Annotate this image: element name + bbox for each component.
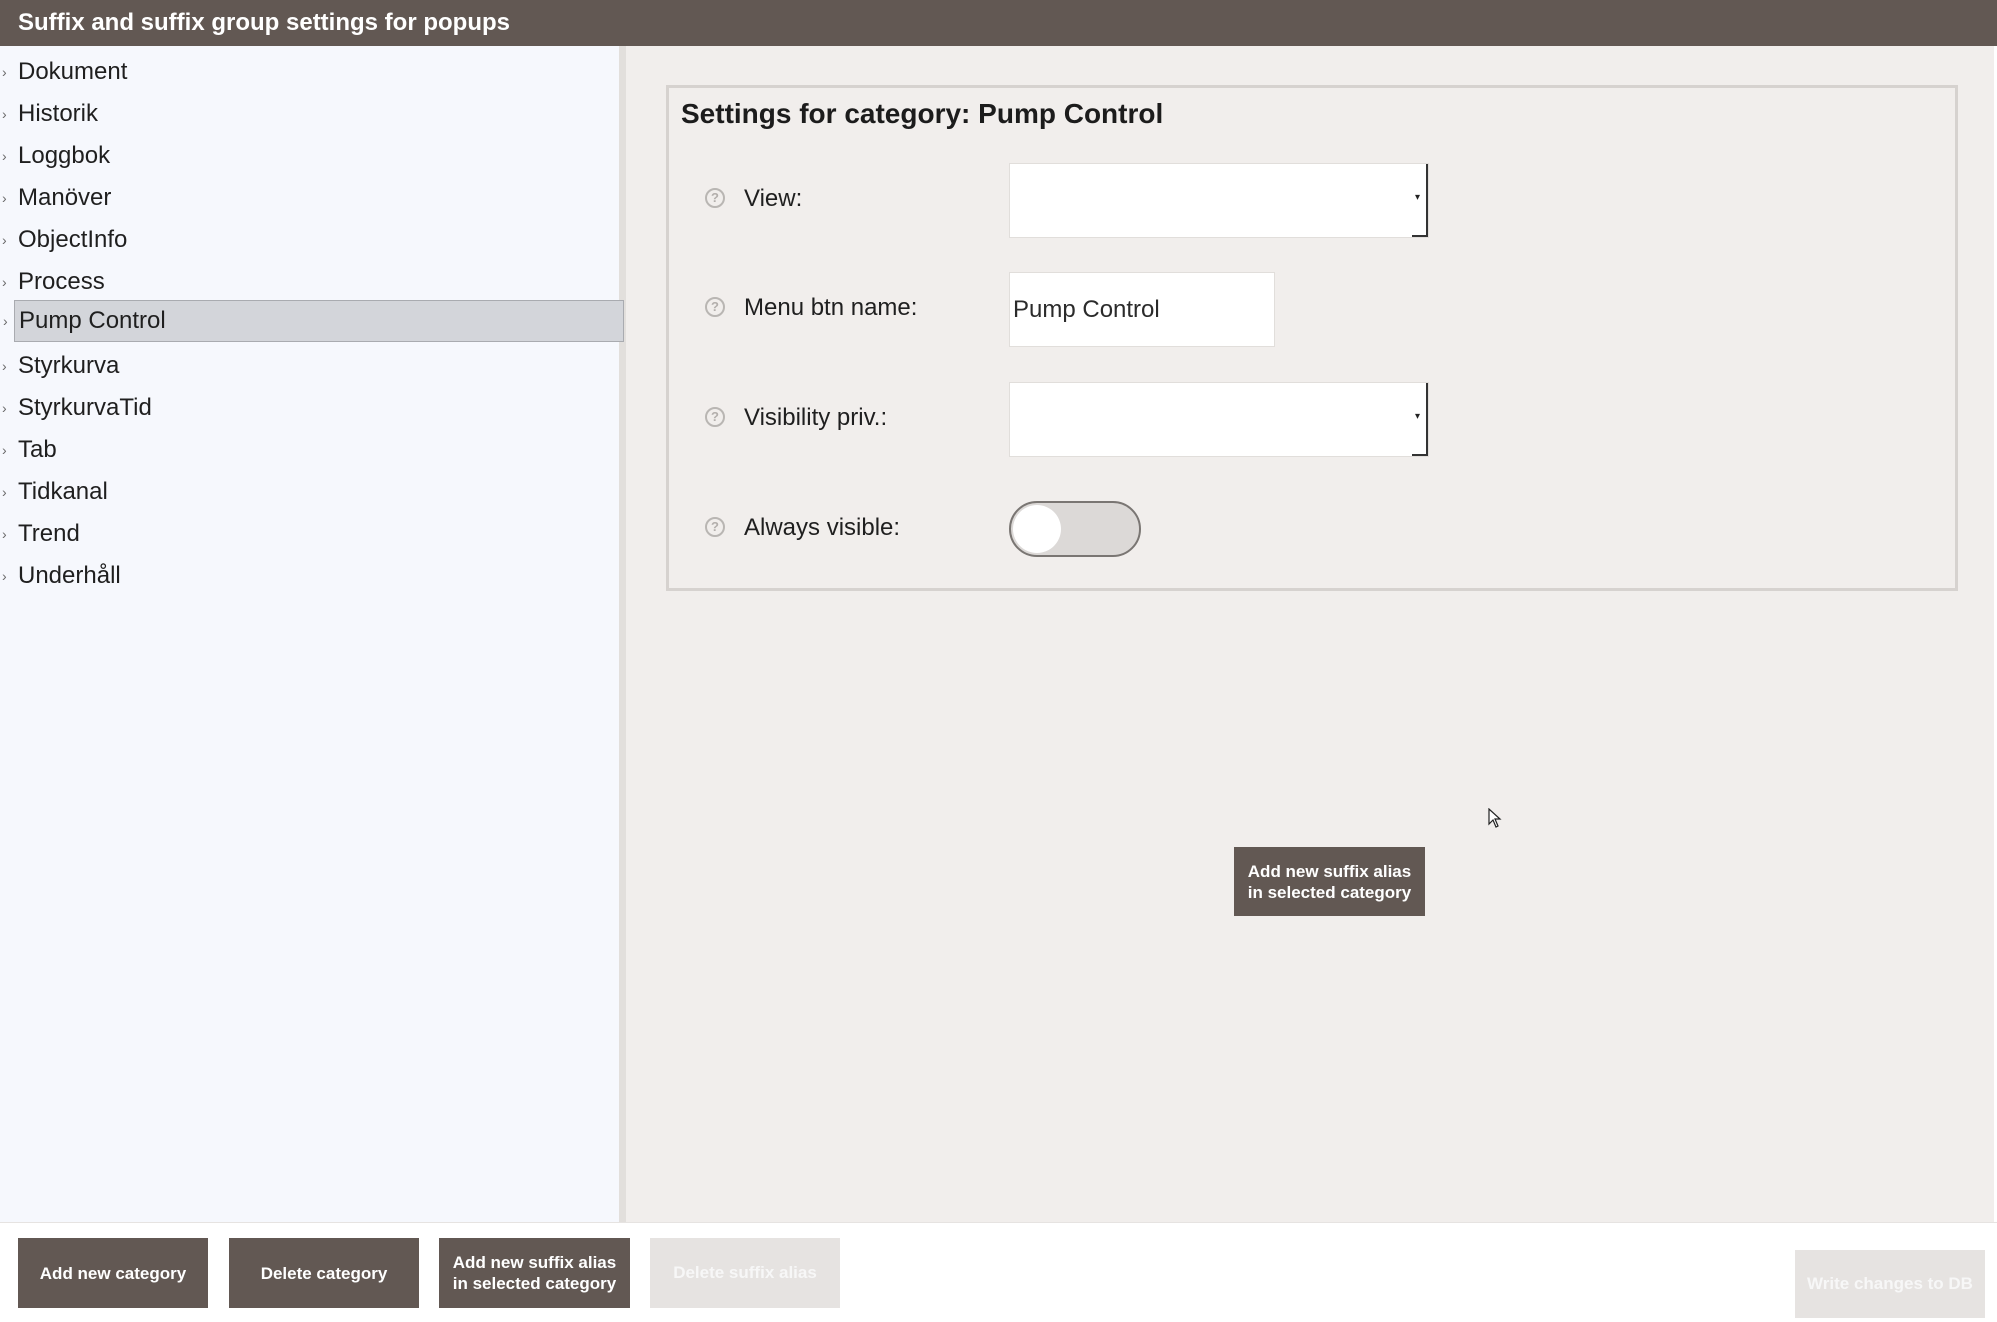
chevron-right-icon[interactable]: › — [3, 301, 13, 341]
tree-item-label: ObjectInfo — [18, 226, 128, 253]
help-icon[interactable]: ? — [705, 297, 725, 317]
tree-item-label: Trend — [18, 520, 80, 547]
toggle-knob — [1013, 505, 1061, 553]
menu-btn-name-label: Menu btn name: — [744, 294, 918, 321]
category-tree: › Dokument › Historik › Loggbok › Manöve… — [0, 46, 626, 1222]
tree-item-label: Process — [18, 268, 105, 295]
tree-item-label: Dokument — [18, 58, 128, 85]
tree-item-dokument[interactable]: › Dokument — [2, 51, 626, 93]
help-icon[interactable]: ? — [705, 517, 725, 537]
visibility-priv-select[interactable]: ▾ — [1009, 382, 1429, 457]
category-settings-panel: Settings for category: Pump Control ? Vi… — [666, 85, 1958, 591]
tree-item-objectinfo[interactable]: › ObjectInfo — [2, 219, 626, 261]
tree-item-label: Manöver — [18, 184, 112, 211]
chevron-right-icon[interactable]: › — [2, 429, 12, 471]
caret-down-icon: ▾ — [1414, 411, 1420, 422]
tree-item-styrkurvatid[interactable]: › StyrkurvaTid — [2, 387, 626, 429]
tree-item-manover[interactable]: › Manöver — [2, 177, 626, 219]
tree-item-tidkanal[interactable]: › Tidkanal — [2, 471, 626, 513]
chevron-right-icon[interactable]: › — [2, 51, 12, 93]
always-visible-toggle[interactable] — [1009, 501, 1141, 557]
chevron-right-icon[interactable]: › — [2, 345, 12, 387]
chevron-right-icon[interactable]: › — [2, 219, 12, 261]
chevron-right-icon[interactable]: › — [2, 555, 12, 597]
help-icon[interactable]: ? — [705, 188, 725, 208]
view-select[interactable]: ▾ — [1009, 163, 1429, 238]
tree-item-process[interactable]: › Process — [2, 261, 626, 303]
panel-title: Settings for category: Pump Control — [681, 98, 1164, 129]
tree-item-label: Tidkanal — [18, 478, 108, 505]
delete-category-button[interactable]: Delete category — [229, 1238, 419, 1308]
tree-item-label: Pump Control — [19, 307, 166, 334]
mouse-pointer-icon — [1488, 808, 1502, 828]
tree-item-loggbok[interactable]: › Loggbok — [2, 135, 626, 177]
tree-item-trend[interactable]: › Trend — [2, 513, 626, 555]
add-suffix-alias-button-main[interactable]: Add new suffix alias in selected categor… — [1234, 847, 1425, 916]
chevron-right-icon[interactable]: › — [2, 513, 12, 555]
menu-btn-name-input[interactable] — [1009, 272, 1275, 347]
tree-item-styrkurva[interactable]: › Styrkurva — [2, 345, 626, 387]
add-suffix-alias-button[interactable]: Add new suffix alias in selected categor… — [439, 1238, 630, 1308]
chevron-right-icon[interactable]: › — [2, 387, 12, 429]
add-category-button[interactable]: Add new category — [18, 1238, 208, 1308]
tree-item-tab[interactable]: › Tab — [2, 429, 626, 471]
tree-item-label: Underhåll — [18, 562, 121, 589]
chevron-right-icon[interactable]: › — [2, 261, 12, 303]
always-visible-label: Always visible: — [744, 514, 901, 541]
tree-item-label: Styrkurva — [18, 352, 120, 379]
chevron-right-icon[interactable]: › — [2, 177, 12, 219]
caret-down-icon: ▾ — [1414, 192, 1420, 203]
visibility-priv-label: Visibility priv.: — [744, 404, 888, 431]
view-label: View: — [744, 185, 803, 212]
delete-suffix-alias-button[interactable]: Delete suffix alias — [650, 1238, 840, 1308]
help-icon[interactable]: ? — [705, 407, 725, 427]
chevron-right-icon[interactable]: › — [2, 135, 12, 177]
chevron-right-icon[interactable]: › — [2, 93, 12, 135]
tree-item-label: Historik — [18, 100, 99, 127]
write-changes-button[interactable]: Write changes to DB — [1795, 1250, 1985, 1318]
chevron-right-icon[interactable]: › — [2, 471, 12, 513]
window-title: Suffix and suffix group settings for pop… — [0, 0, 1997, 46]
tree-item-label: Loggbok — [18, 142, 111, 169]
tree-item-label: Tab — [18, 436, 57, 463]
tree-item-pump-control[interactable]: › Pump Control — [3, 300, 624, 342]
tree-item-historik[interactable]: › Historik — [2, 93, 626, 135]
tree-item-underhall[interactable]: › Underhåll — [2, 555, 626, 597]
tree-item-label: StyrkurvaTid — [18, 394, 152, 421]
